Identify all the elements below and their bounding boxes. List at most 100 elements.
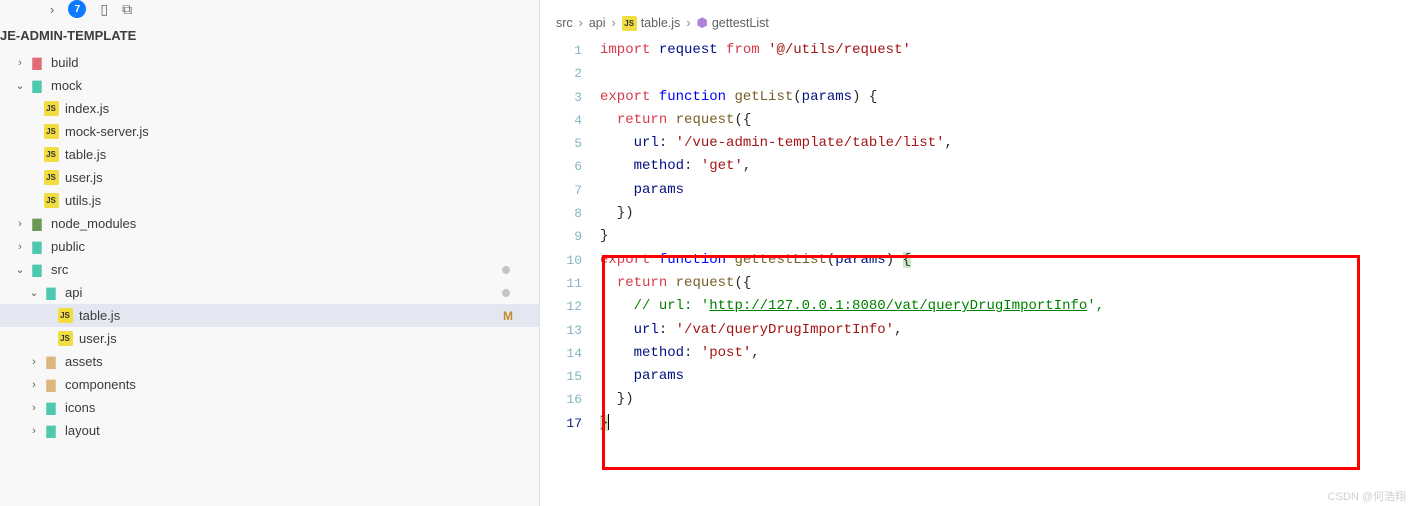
line-number[interactable]: 1 xyxy=(540,39,582,62)
chevron-right-icon[interactable]: › xyxy=(14,241,26,253)
line-number[interactable]: 2 xyxy=(540,62,582,85)
book-icon[interactable]: ▯ xyxy=(100,1,108,18)
line-number[interactable]: 7 xyxy=(540,179,582,202)
chevron-down-icon[interactable]: ⌄ xyxy=(14,263,26,276)
code-line[interactable]: url: '/vat/queryDrugImportInfo', xyxy=(600,319,1412,342)
tree-item-label: src xyxy=(51,262,68,277)
folder-item[interactable]: ›▇icons xyxy=(0,396,539,419)
code-line[interactable]: method: 'post', xyxy=(600,342,1412,365)
code-line[interactable]: import request from '@/utils/request' xyxy=(600,39,1412,62)
line-number[interactable]: 4 xyxy=(540,109,582,132)
chevron-down-icon[interactable]: ⌄ xyxy=(28,286,40,299)
code-line[interactable] xyxy=(600,62,1412,85)
code-line[interactable]: export function gettestList(params) { xyxy=(600,249,1412,272)
line-number[interactable]: 10 xyxy=(540,249,582,272)
file-item[interactable]: JStable.js xyxy=(0,143,539,166)
code-line[interactable]: method: 'get', xyxy=(600,155,1412,178)
line-number[interactable]: 6 xyxy=(540,155,582,178)
file-item[interactable]: JSmock-server.js xyxy=(0,120,539,143)
file-tree[interactable]: ›▇build⌄▇mockJSindex.jsJSmock-server.jsJ… xyxy=(0,49,539,442)
line-number[interactable]: 11 xyxy=(540,272,582,295)
layout-icon[interactable]: ⧉ xyxy=(122,1,132,18)
code-line[interactable]: }) xyxy=(600,388,1412,411)
folder-item[interactable]: ⌄▇api xyxy=(0,281,539,304)
folder-item[interactable]: ⌄▇ mock xyxy=(0,74,539,97)
code-line[interactable]: params xyxy=(600,365,1412,388)
code-line[interactable]: return request({ xyxy=(600,272,1412,295)
breadcrumb-part[interactable]: api xyxy=(589,16,606,30)
line-number[interactable]: 12 xyxy=(540,295,582,318)
code-line[interactable]: }) xyxy=(600,202,1412,225)
js-file-icon: JS xyxy=(42,170,60,186)
tree-item-label: layout xyxy=(65,423,100,438)
folder-item[interactable]: ›▇node_modules xyxy=(0,212,539,235)
js-file-icon: JS xyxy=(42,124,60,140)
folder-icon: ▇ xyxy=(42,400,60,416)
tree-item-label: user.js xyxy=(65,170,103,185)
tree-item-label: node_modules xyxy=(51,216,136,231)
file-item[interactable]: JSuser.js xyxy=(0,327,539,350)
breadcrumb-file[interactable]: JS table.js xyxy=(622,16,681,31)
line-number[interactable]: 16 xyxy=(540,388,582,411)
js-file-icon: JS xyxy=(42,193,60,209)
chevron-right-icon[interactable]: › xyxy=(14,57,26,69)
chevron-right-icon[interactable]: › xyxy=(14,218,26,230)
chevron-right-icon: › xyxy=(686,16,690,30)
chevron-right-icon[interactable]: › xyxy=(28,425,40,437)
method-icon: ⬢ xyxy=(696,15,707,31)
code-line[interactable]: } xyxy=(600,225,1412,248)
code-editor[interactable]: 1234567891011121314151617 import request… xyxy=(540,36,1412,506)
project-title: JE-ADMIN-TEMPLATE xyxy=(0,22,539,49)
tab-bar[interactable] xyxy=(540,0,1412,10)
chevron-right-icon: › xyxy=(579,16,583,30)
file-item[interactable]: JSutils.js xyxy=(0,189,539,212)
folder-icon: ▇ xyxy=(28,239,46,255)
chevron-right-icon[interactable]: › xyxy=(28,379,40,391)
line-number[interactable]: 8 xyxy=(540,202,582,225)
scm-badge[interactable]: 7 xyxy=(68,0,86,18)
line-gutter[interactable]: 1234567891011121314151617 xyxy=(540,36,600,506)
code-line[interactable]: url: '/vue-admin-template/table/list', xyxy=(600,132,1412,155)
file-item[interactable]: JS user.js xyxy=(0,166,539,189)
tree-item-label: api xyxy=(65,285,82,300)
code-line[interactable]: export function getList(params) { xyxy=(600,86,1412,109)
file-item[interactable]: JSindex.js xyxy=(0,97,539,120)
file-explorer[interactable]: › 7 ▯ ⧉ JE-ADMIN-TEMPLATE ›▇build⌄▇mockJ… xyxy=(0,0,540,506)
line-number[interactable]: 17 xyxy=(540,412,582,435)
code-line[interactable]: params xyxy=(600,179,1412,202)
folder-item[interactable]: ›▇components xyxy=(0,373,539,396)
code-content[interactable]: import request from '@/utils/request' exp… xyxy=(600,36,1412,506)
tree-item-label: components xyxy=(65,377,136,392)
chevron-right-icon: › xyxy=(612,16,616,30)
line-number[interactable]: 14 xyxy=(540,342,582,365)
tree-item-label: user.js xyxy=(79,331,117,346)
breadcrumb-part[interactable]: src xyxy=(556,16,573,30)
tree-item-label: build xyxy=(51,55,78,70)
line-number[interactable]: 3 xyxy=(540,86,582,109)
code-line[interactable]: } xyxy=(600,412,1412,435)
file-item[interactable]: JStable.jsM xyxy=(0,304,539,327)
folder-icon: ▇ xyxy=(28,78,46,94)
folder-item[interactable]: ›▇layout xyxy=(0,419,539,442)
line-number[interactable]: 9 xyxy=(540,225,582,248)
chevron-down-icon[interactable]: ⌄ xyxy=(14,79,26,92)
git-modified-badge: M xyxy=(503,309,513,323)
js-file-icon: JS xyxy=(42,101,60,117)
folder-icon: ▇ xyxy=(28,55,46,71)
breadcrumb-symbol[interactable]: ⬢ gettestList xyxy=(696,15,768,31)
folder-item[interactable]: ⌄▇src xyxy=(0,258,539,281)
folder-item[interactable]: ›▇public xyxy=(0,235,539,258)
chevron-right-icon[interactable]: › xyxy=(28,356,40,368)
line-number[interactable]: 15 xyxy=(540,365,582,388)
chevron-right-icon[interactable]: › xyxy=(28,402,40,414)
line-number[interactable]: 5 xyxy=(540,132,582,155)
code-line[interactable]: return request({ xyxy=(600,109,1412,132)
line-number[interactable]: 13 xyxy=(540,319,582,342)
tree-item-label: table.js xyxy=(65,147,106,162)
folder-item[interactable]: ›▇ build xyxy=(0,51,539,74)
js-file-icon: JS xyxy=(622,16,637,31)
code-line[interactable]: // url: 'http://127.0.0.1:8080/vat/query… xyxy=(600,295,1412,318)
tree-item-label: mock xyxy=(51,78,82,93)
folder-item[interactable]: ›▇assets xyxy=(0,350,539,373)
breadcrumb[interactable]: src › api › JS table.js › ⬢ gettestList xyxy=(540,10,1412,36)
